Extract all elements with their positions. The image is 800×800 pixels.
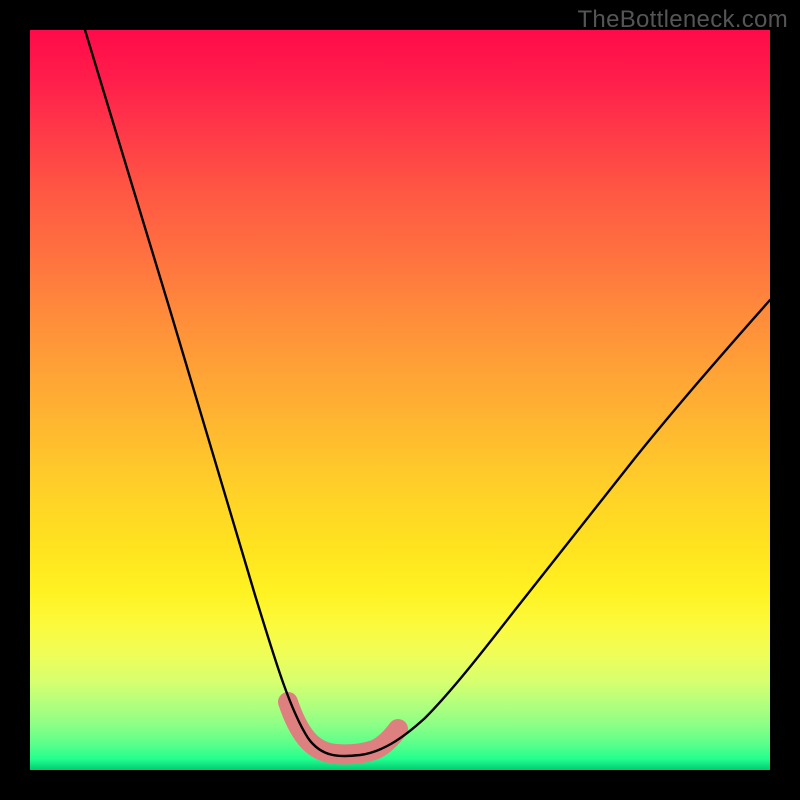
outer-frame: TheBottleneck.com <box>0 0 800 800</box>
chart-svg <box>30 30 770 770</box>
highlight-band <box>288 702 398 754</box>
bottleneck-curve <box>85 30 770 756</box>
plot-area <box>30 30 770 770</box>
